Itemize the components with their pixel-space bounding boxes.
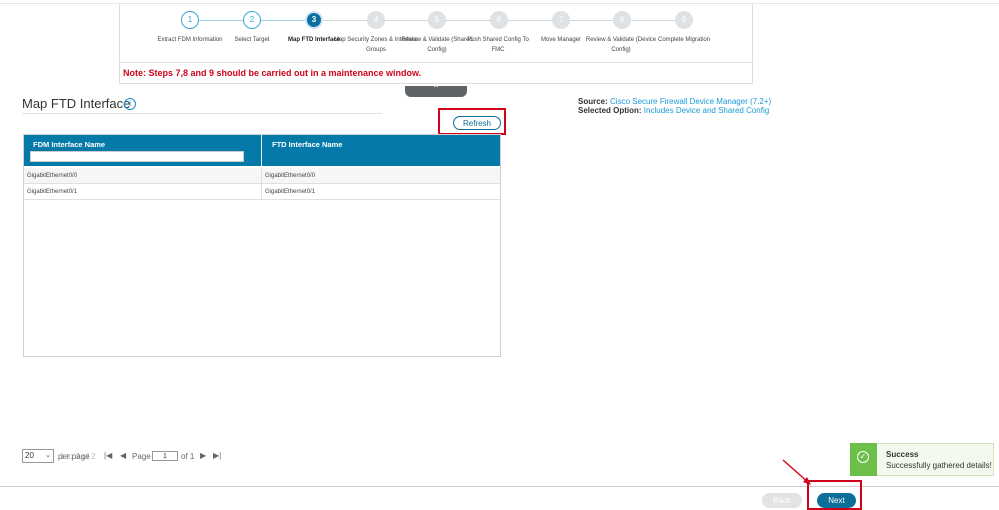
step-3-circle[interactable]: 3 [305, 11, 323, 29]
last-page-icon[interactable]: ▶| [213, 451, 221, 460]
step-connector [631, 20, 675, 21]
title-divider [22, 113, 382, 114]
page-total: of 1 [181, 452, 195, 461]
step-9-circle: 9 [675, 11, 693, 29]
fdm-interface-cell: GigabitEthernet0/1 [27, 189, 78, 195]
page-number-input[interactable] [152, 451, 178, 461]
per-page-label: per page [58, 452, 90, 461]
check-circle-icon: ✓ [857, 451, 869, 463]
toast-title: Success [886, 450, 919, 459]
per-page-select[interactable]: 20 ⌄ [22, 449, 54, 463]
page-label: Page [132, 452, 151, 461]
source-info: Source: Cisco Secure Firewall Device Man… [578, 97, 771, 115]
wizard-divider [119, 62, 753, 63]
step-connector [385, 20, 428, 21]
step-connector [323, 20, 367, 21]
next-page-icon[interactable]: ▶ [200, 451, 206, 460]
step-8-circle: 8 [613, 11, 631, 29]
step-6-circle: 6 [490, 11, 508, 29]
chevron-down-icon: ⌄ [45, 452, 51, 459]
page-title: Map FTD Interface [22, 96, 131, 111]
step-connector [199, 20, 243, 21]
first-page-icon[interactable]: |◀ [104, 451, 112, 460]
fdm-interface-cell: GigabitEthernet0/0 [27, 173, 78, 179]
chevron-up-icon: ⌃ [432, 84, 441, 95]
previous-page-icon[interactable]: ◀ [120, 451, 126, 460]
info-icon[interactable]: i [124, 98, 136, 110]
step-connector [570, 20, 613, 21]
cell-divider [261, 184, 262, 199]
table-row[interactable]: GigabitEthernet0/0 GigabitEthernet0/0 [24, 168, 500, 184]
column-header-fdm[interactable]: FDM Interface Name [33, 140, 105, 149]
source-value: Cisco Secure Firewall Device Manager (7.… [610, 97, 772, 106]
column-header-ftd[interactable]: FTD Interface Name [272, 140, 342, 149]
step-connector [508, 20, 552, 21]
ftd-interface-cell[interactable]: GigabitEthernet0/0 [265, 173, 315, 179]
step-2-circle[interactable]: 2 [243, 11, 261, 29]
source-label: Source: [578, 97, 608, 106]
back-button[interactable]: Back [762, 493, 802, 508]
selected-option-label: Selected Option: [578, 106, 642, 115]
header-divider [261, 135, 262, 166]
step-9-label: Complete Migration [657, 37, 711, 43]
selected-option-value: Includes Device and Shared Config [643, 106, 770, 115]
per-page-value: 20 [25, 451, 34, 460]
step-7-circle: 7 [552, 11, 570, 29]
table-row[interactable]: GigabitEthernet0/1 GigabitEthernet0/1 [24, 184, 500, 200]
step-4-circle: 4 [367, 11, 385, 29]
step-connector [261, 20, 305, 21]
toast-message: Successfully gathered details! [886, 461, 992, 470]
step-5-circle: 5 [428, 11, 446, 29]
step-connector [446, 20, 490, 21]
refresh-button[interactable]: Refresh [453, 116, 501, 130]
maintenance-note: Note: Steps 7,8 and 9 should be carried … [123, 68, 422, 78]
cell-divider [261, 168, 262, 183]
fdm-filter-input[interactable] [30, 151, 244, 162]
collapse-wizard-toggle[interactable]: ⌃ [405, 84, 467, 97]
next-button[interactable]: Next [817, 493, 856, 508]
ftd-interface-cell[interactable]: GigabitEthernet0/1 [265, 189, 315, 195]
step-1-circle[interactable]: 1 [181, 11, 199, 29]
